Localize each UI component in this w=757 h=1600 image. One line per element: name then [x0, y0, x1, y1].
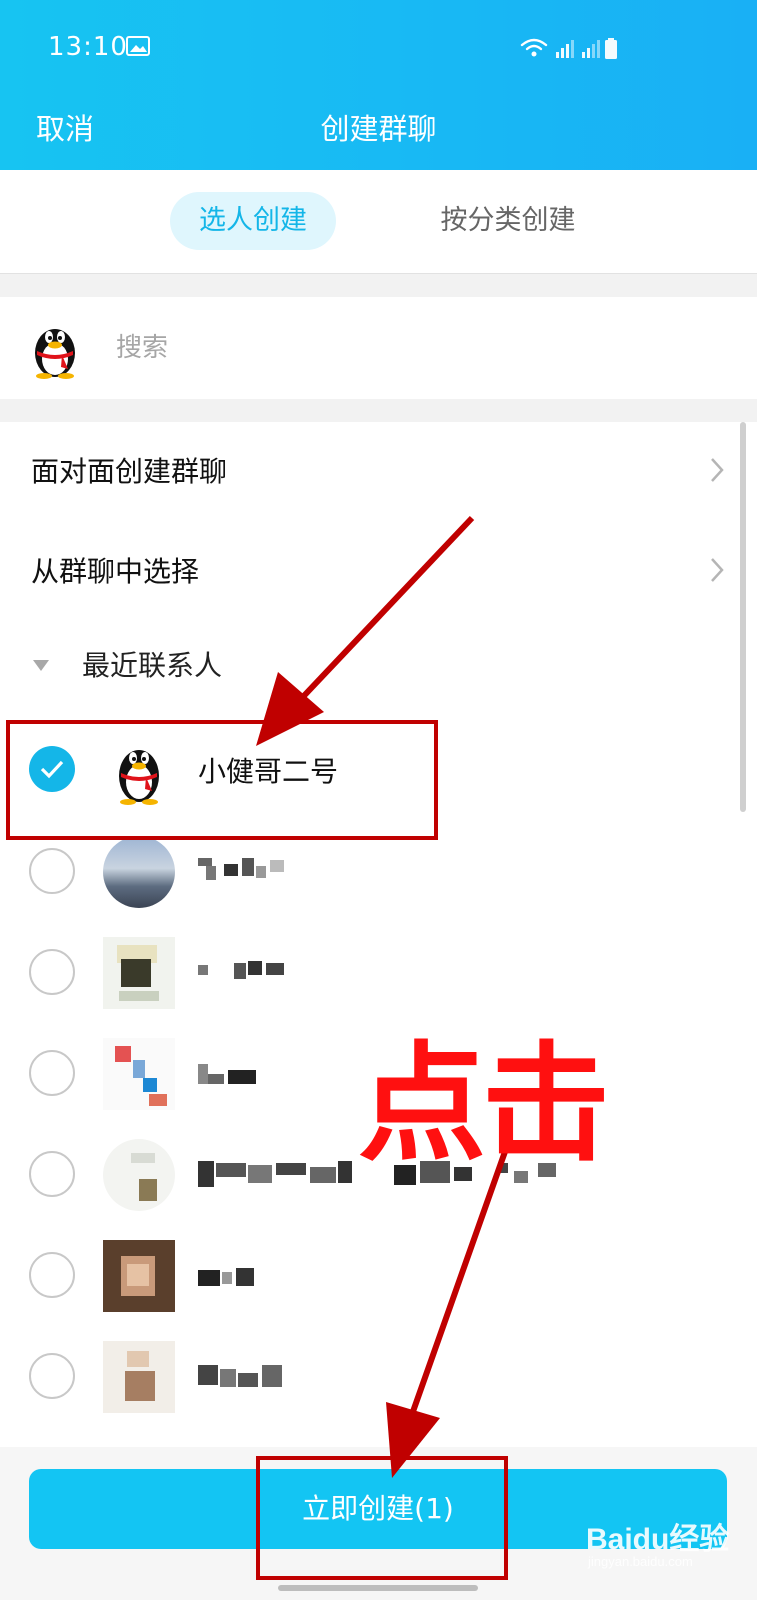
watermark-brand: Baidu经验: [586, 1523, 730, 1556]
contact-name: 小健哥二号: [198, 755, 339, 788]
contact-row[interactable]: [0, 1224, 757, 1326]
checkbox-checked[interactable]: [29, 746, 75, 792]
watermark-url: jingyan.baidu.com: [588, 1554, 693, 1569]
avatar: [103, 1139, 175, 1211]
tab-by-category[interactable]: 按分类创建: [418, 192, 598, 250]
search-input[interactable]: [116, 327, 676, 369]
menu-from-group[interactable]: 从群聊中选择: [0, 522, 757, 622]
contact-name-redacted: [198, 1268, 254, 1286]
contact-name-redacted: [198, 961, 284, 979]
avatar: [103, 836, 175, 908]
avatar: [103, 1038, 175, 1110]
recent-contacts-header[interactable]: 最近联系人: [0, 622, 757, 702]
collapse-triangle-icon: [33, 660, 49, 671]
tab-select-people[interactable]: 选人创建: [170, 192, 336, 250]
contact-name-redacted: [198, 1064, 256, 1084]
checkbox[interactable]: [29, 1353, 75, 1399]
contact-list: 面对面创建群聊 从群聊中选择 最近联系人 小健哥二号: [0, 422, 757, 1447]
annotation-click-text: 点击: [358, 1030, 610, 1179]
home-indicator[interactable]: [278, 1585, 478, 1591]
checkbox[interactable]: [29, 1252, 75, 1298]
scrollbar[interactable]: [740, 422, 746, 812]
avatar: [103, 1240, 175, 1312]
checkbox[interactable]: [29, 848, 75, 894]
checkbox[interactable]: [29, 949, 75, 995]
contact-name-redacted: [198, 858, 284, 880]
menu-face-to-face[interactable]: 面对面创建群聊: [0, 422, 757, 522]
menu-label: 从群聊中选择: [31, 555, 200, 588]
avatar: [119, 750, 159, 805]
contact-row[interactable]: [0, 820, 757, 922]
section-label: 最近联系人: [82, 649, 223, 682]
status-bar: 13:10: [0, 0, 757, 96]
contact-name-redacted: [198, 1365, 282, 1387]
search-bar: [0, 297, 757, 399]
checkbox[interactable]: [29, 1050, 75, 1096]
signal-battery-icons: [520, 38, 617, 59]
chevron-right-icon: [711, 458, 724, 482]
avatar: [103, 937, 175, 1009]
page-title: 创建群聊: [320, 112, 437, 146]
qq-penguin-icon: [35, 329, 75, 379]
chevron-right-icon: [711, 558, 724, 582]
watermark-logo: Baidu经验 jingyan.baidu.com: [580, 1510, 750, 1590]
check-icon: [40, 760, 64, 779]
wifi-icon: [520, 38, 548, 51]
contact-row[interactable]: [0, 1325, 757, 1427]
mode-tabs: 选人创建 按分类创建: [0, 170, 757, 274]
status-time: 13:10: [48, 32, 128, 62]
menu-label: 面对面创建群聊: [31, 455, 228, 488]
app-header: 13:10 取消 创建群聊: [0, 0, 757, 170]
contact-row[interactable]: 小健哥二号: [0, 718, 757, 820]
avatar: [103, 1341, 175, 1413]
gallery-icon: [126, 36, 150, 56]
checkbox[interactable]: [29, 1151, 75, 1197]
